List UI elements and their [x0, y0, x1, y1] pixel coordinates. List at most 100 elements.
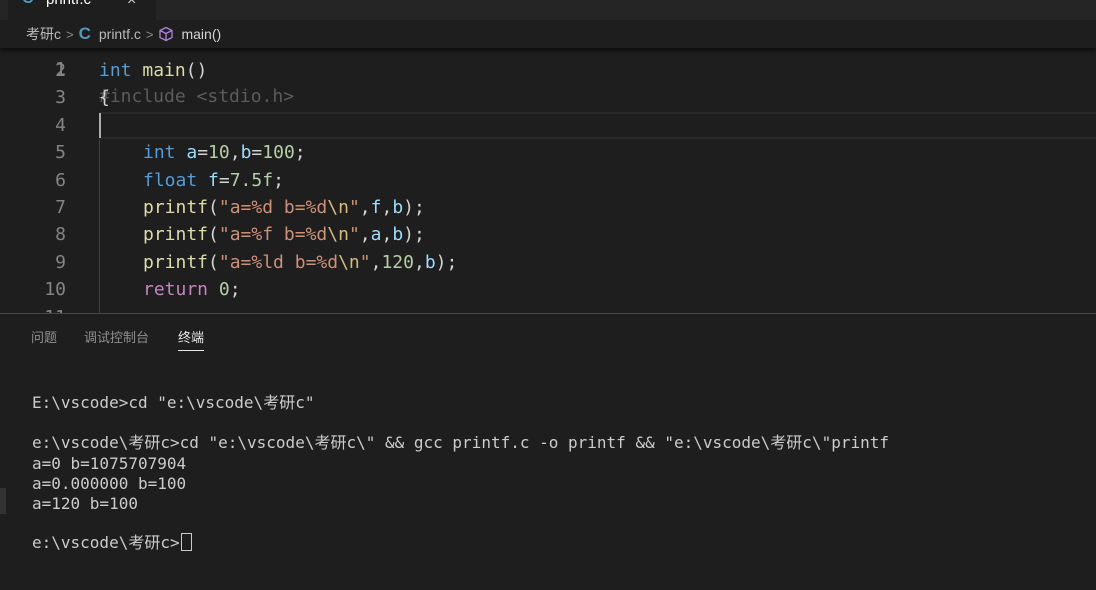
code-token: 100 — [262, 142, 295, 164]
code-line-5: 5 int a=10,b=100; — [0, 139, 1096, 166]
code-token: return — [143, 279, 209, 301]
code-token: , — [359, 197, 371, 218]
active-tab-underline — [178, 350, 205, 351]
tab-problems[interactable]: 问题 — [31, 327, 57, 346]
terminal-prompt: e:\vscode\考研c> — [32, 533, 180, 552]
code-token: " — [348, 197, 360, 218]
code-token: , — [359, 224, 371, 246]
code-token: ; — [294, 142, 306, 164]
code-token: , — [381, 224, 393, 246]
breadcrumb-folder[interactable]: 考研c — [26, 24, 61, 44]
code-text: { — [99, 84, 110, 111]
code-text: int a=10,b=100; — [143, 139, 306, 166]
code-line-7: 7 printf("a=%d b=%d\n",f,b); — [0, 194, 1096, 221]
code-token: "a=%f b=%d — [218, 224, 328, 246]
chevron-right-icon: > — [145, 26, 154, 42]
indent-guide — [99, 139, 100, 313]
code-token: ); — [435, 251, 458, 273]
code-token: \n — [327, 197, 349, 218]
code-line-3: 3{ — [0, 84, 1096, 111]
code-token: , — [370, 251, 382, 273]
code-text: int main() — [99, 57, 207, 84]
code-token: printf — [143, 251, 209, 273]
code-token: b — [392, 224, 404, 246]
text-cursor — [99, 113, 101, 138]
code-token: b — [392, 197, 404, 218]
code-token: () — [185, 60, 208, 81]
code-token: , — [229, 142, 241, 164]
line-number: 9 — [55, 251, 66, 273]
code-line-2: 2 int main() — [0, 57, 1096, 84]
code-token: printf — [143, 197, 209, 218]
code-token: \n — [327, 224, 349, 246]
code-line-6: 6 float f=7.5f; — [0, 167, 1096, 194]
terminal-line: a=120 b=100 — [32, 494, 138, 513]
tab-printf-c[interactable]: C printf.c × — [8, 0, 156, 20]
code-token: ( — [208, 224, 219, 246]
code-token: a — [370, 224, 382, 246]
tab-terminal[interactable]: 终端 — [178, 327, 205, 351]
code-token: ); — [403, 197, 425, 218]
tab-label: 调试控制台 — [84, 330, 150, 345]
code-text: printf("a=%d b=%d\n",f,b); — [143, 194, 425, 221]
line-number: 11 — [0, 304, 66, 313]
terminal-cursor — [180, 533, 192, 551]
line-number: 7 — [55, 197, 66, 218]
breadcrumb-file[interactable]: printf.c — [99, 26, 141, 42]
terminal-line: a=0.000000 b=100 — [32, 474, 187, 493]
code-token: f — [208, 169, 219, 191]
code-text: printf("a=%ld b=%d\n",120,b); — [143, 249, 457, 276]
code-token: main — [142, 60, 186, 81]
code-token: 120 — [381, 251, 414, 273]
terminal-line: e:\vscode\考研c>cd "e:\vscode\考研c\" && gcc… — [32, 433, 889, 452]
code-line-10: 10 return 0; — [0, 276, 1096, 303]
bottom-panel: 问题 调试控制台 终端 E:\vscode>cd "e:\vscode\考研c"… — [0, 313, 1096, 590]
code-token: f — [370, 197, 382, 218]
close-icon[interactable]: × — [127, 0, 136, 10]
code-line-8: 8 printf("a=%f b=%d\n",a,b); — [0, 221, 1096, 248]
line-number: 2 — [55, 60, 66, 81]
code-token: "a=%ld b=%d — [218, 251, 339, 273]
code-token: ( — [208, 197, 219, 218]
editor-tab-bar: C printf.c × — [0, 0, 1096, 20]
code-token: ; — [229, 279, 241, 301]
line-number: 3 — [55, 87, 66, 109]
code-line-11: 11 — [0, 304, 1096, 313]
code-editor[interactable]: 1 #include <stdio.h> 2 int main() 3{4 5 int … — [0, 20, 1096, 313]
code-token: " — [348, 224, 360, 246]
code-line-9: 9 printf("a=%ld b=%d\n",120,b); — [0, 249, 1096, 276]
code-token: int — [143, 142, 176, 164]
line-number: 4 — [55, 114, 66, 136]
tab-debug-console[interactable]: 调试控制台 — [84, 327, 149, 346]
breadcrumb: 考研c > C printf.c > main() — [0, 20, 1096, 48]
code-token: int — [99, 60, 132, 81]
code-token: \n — [338, 251, 360, 273]
terminal-line: E:\vscode>cd "e:\vscode\考研c" — [32, 393, 315, 412]
code-token: 7.5f — [229, 169, 274, 191]
tab-label: 问题 — [31, 330, 58, 345]
code-token: b — [424, 251, 436, 273]
terminal-line: a=0 b=1075707904 — [32, 454, 187, 473]
code-token: ; — [273, 169, 284, 191]
breadcrumb-symbol[interactable]: main() — [181, 26, 221, 42]
c-file-icon: C — [78, 24, 91, 43]
line-number: 8 — [55, 224, 66, 246]
code-token: printf — [143, 224, 209, 246]
sash-marker — [0, 488, 6, 514]
code-token: 0 — [218, 279, 230, 301]
terminal-prompt-line: e:\vscode\考研c> — [32, 533, 192, 553]
code-token: a — [186, 142, 198, 164]
code-token: 10 — [208, 142, 230, 164]
code-token: float — [143, 169, 198, 191]
tab-title: printf.c — [46, 0, 91, 8]
code-token: = — [197, 142, 209, 164]
code-token: b — [240, 142, 252, 164]
code-token: "a=%d b=%d — [218, 197, 328, 218]
current-line-highlight — [99, 112, 1096, 139]
code-token: = — [218, 169, 230, 191]
tab-label: 终端 — [178, 330, 205, 345]
code-token: ); — [403, 224, 425, 246]
